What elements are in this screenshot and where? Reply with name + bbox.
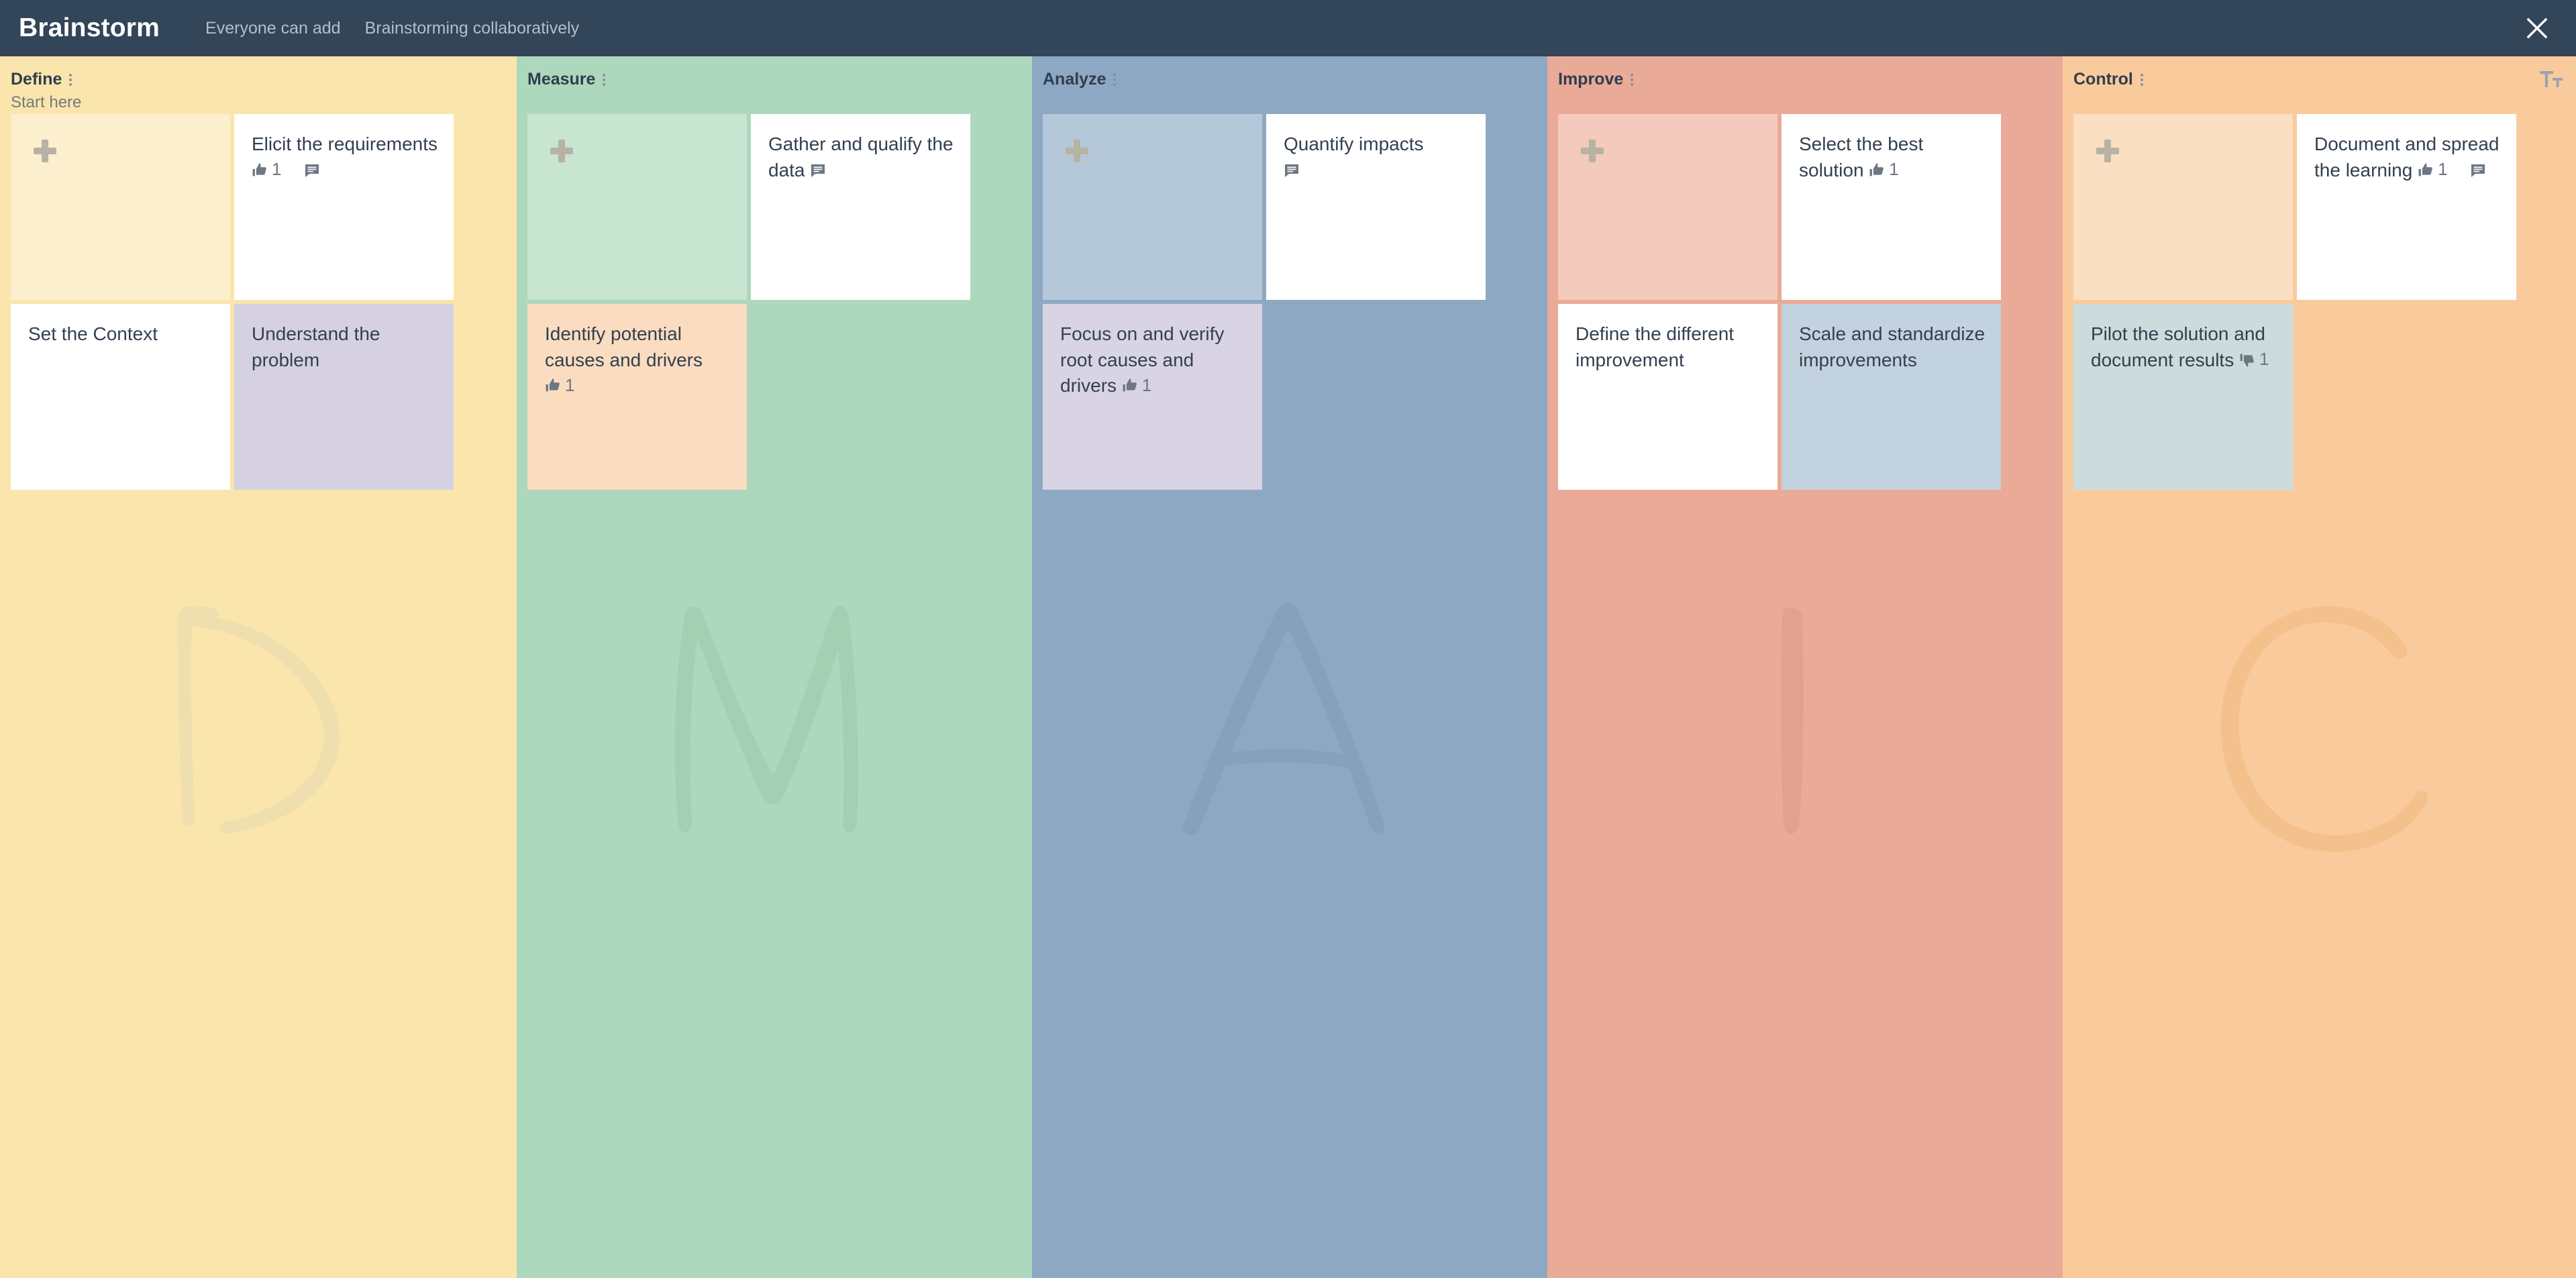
card-text: Set the Context [28, 323, 158, 344]
plus-icon[interactable] [2096, 140, 2119, 162]
like-count: 1 [565, 374, 575, 395]
add-card-button-analyze[interactable] [1043, 114, 1262, 300]
sticky-note-card[interactable]: Quantify impacts [1266, 114, 1486, 300]
sticky-note-card[interactable]: Pilot the solution and document results … [2073, 304, 2293, 490]
comment-icon[interactable] [810, 162, 826, 178]
text-size-icon[interactable] [2540, 70, 2563, 92]
card-text: Select the best solution [1799, 134, 1924, 180]
card-list-measure: Gather and qualify the data Identify pot… [517, 114, 980, 490]
column-title-row: Define [11, 70, 499, 89]
comment-icon[interactable] [2470, 162, 2486, 178]
like-count: 1 [272, 159, 282, 180]
comment-indicator[interactable] [810, 162, 826, 178]
kebab-menu-icon[interactable] [2137, 73, 2147, 86]
card-text: Understand the problem [252, 323, 380, 370]
page-title: Brainstorm [19, 13, 160, 42]
close-icon[interactable] [2518, 9, 2556, 47]
sticky-note-card[interactable]: Focus on and verify root causes and driv… [1043, 304, 1262, 490]
board-column-analyze: Analyze Quantify impacts Focus on and ver… [1032, 56, 1547, 1278]
card-text: Scale and standardize improvements [1799, 323, 1986, 370]
column-title-row: Control [2073, 70, 2560, 89]
kebab-menu-icon[interactable] [599, 73, 609, 86]
comment-indicator[interactable] [2470, 162, 2486, 178]
sticky-note-card[interactable]: Identify potential causes and drivers 1 [527, 304, 747, 490]
column-header-measure: Measure [517, 56, 1032, 114]
sticky-note-card[interactable]: Elicit the requirements 1 [234, 114, 454, 300]
board-description-label: Brainstorming collaboratively [364, 18, 580, 38]
board-column-define: Define Start here Elicit the requirements … [0, 56, 517, 1278]
plus-icon[interactable] [1581, 140, 1604, 162]
column-title-define: Define [11, 70, 62, 89]
add-card-button-define[interactable] [11, 114, 230, 300]
thumbs-up-icon[interactable] [2418, 162, 2434, 178]
kebab-menu-icon[interactable] [1110, 73, 1119, 86]
like-count: 1 [1889, 159, 1899, 180]
add-card-button-measure[interactable] [527, 114, 747, 300]
comment-icon[interactable] [1284, 162, 1300, 178]
board-permission-label: Everyone can add [205, 18, 341, 38]
add-card-button-improve[interactable] [1558, 114, 1778, 300]
sticky-note-card[interactable]: Select the best solution 1 [1782, 114, 2001, 300]
card-text: Quantify impacts [1284, 134, 1424, 154]
column-header-improve: Improve [1547, 56, 2063, 114]
sticky-note-card[interactable]: Define the different improvement [1558, 304, 1778, 490]
sticky-note-card[interactable]: Gather and qualify the data [751, 114, 970, 300]
kebab-menu-icon[interactable] [1627, 73, 1637, 86]
sticky-note-card[interactable]: Understand the problem [234, 304, 454, 490]
kanban-board: Define Start here Elicit the requirements … [0, 56, 2576, 1278]
kebab-menu-icon[interactable] [66, 73, 75, 86]
card-text: Elicit the requirements [252, 134, 438, 154]
comment-indicator[interactable] [1284, 162, 1300, 178]
top-bar: Brainstorm Everyone can add Brainstormin… [0, 0, 2576, 56]
sticky-note-card[interactable]: Document and spread the learning 1 [2297, 114, 2516, 300]
column-header-control: Control [2063, 56, 2576, 114]
card-list-define: Elicit the requirements 1 Set the Contex… [0, 114, 463, 490]
comment-icon[interactable] [304, 162, 320, 178]
card-text: Define the different improvement [1576, 323, 1735, 370]
comment-indicator[interactable] [304, 162, 320, 178]
plus-icon[interactable] [1066, 140, 1088, 162]
add-card-button-control[interactable] [2073, 114, 2293, 300]
card-list-analyze: Quantify impacts Focus on and verify roo… [1032, 114, 1495, 490]
card-list-control: Document and spread the learning 1 Pilot… [2063, 114, 2526, 490]
column-title-row: Improve [1558, 70, 2045, 89]
like-count: 1 [1141, 374, 1152, 395]
column-subtitle-define: Start here [11, 93, 82, 111]
thumbs-up-icon[interactable] [1869, 162, 1886, 178]
column-title-control: Control [2073, 70, 2133, 89]
dislike-count-badge[interactable]: 1 [2239, 348, 2269, 372]
plus-icon[interactable] [34, 140, 56, 162]
like-count: 1 [2438, 159, 2448, 180]
board-column-control: Control Document and spread the learning… [2063, 56, 2576, 1278]
column-title-measure: Measure [527, 70, 596, 89]
thumbs-up-icon[interactable] [545, 377, 562, 394]
like-count-badge[interactable]: 1 [2418, 158, 2448, 182]
like-count-badge[interactable]: 1 [545, 374, 574, 398]
dislike-count: 1 [2259, 349, 2269, 370]
card-list-improve: Select the best solution 1 Define the dif… [1547, 114, 2010, 490]
like-count-badge[interactable]: 1 [1869, 158, 1899, 182]
board-column-measure: Measure Gather and qualify the data Ident… [517, 56, 1032, 1278]
column-header-define: Define Start here [0, 56, 517, 114]
column-title-analyze: Analyze [1043, 70, 1106, 89]
sticky-note-card[interactable]: Set the Context [11, 304, 230, 490]
column-header-analyze: Analyze [1032, 56, 1547, 114]
card-text: Gather and qualify the data [768, 134, 954, 180]
column-title-improve: Improve [1558, 70, 1624, 89]
column-title-row: Analyze [1043, 70, 1530, 89]
like-count-badge[interactable]: 1 [252, 158, 281, 182]
like-count-badge[interactable]: 1 [1122, 374, 1151, 398]
card-text: Identify potential causes and drivers [545, 323, 703, 370]
board-column-improve: Improve Select the best solution 1 Define … [1547, 56, 2063, 1278]
thumbs-up-icon[interactable] [252, 162, 268, 178]
thumbs-up-icon[interactable] [1122, 377, 1139, 394]
board-meta: Everyone can add Brainstorming collabora… [205, 19, 579, 38]
plus-icon[interactable] [550, 140, 573, 162]
sticky-note-card[interactable]: Scale and standardize improvements [1782, 304, 2001, 490]
column-title-row: Measure [527, 70, 1015, 89]
thumbs-down-icon[interactable] [2239, 352, 2256, 368]
